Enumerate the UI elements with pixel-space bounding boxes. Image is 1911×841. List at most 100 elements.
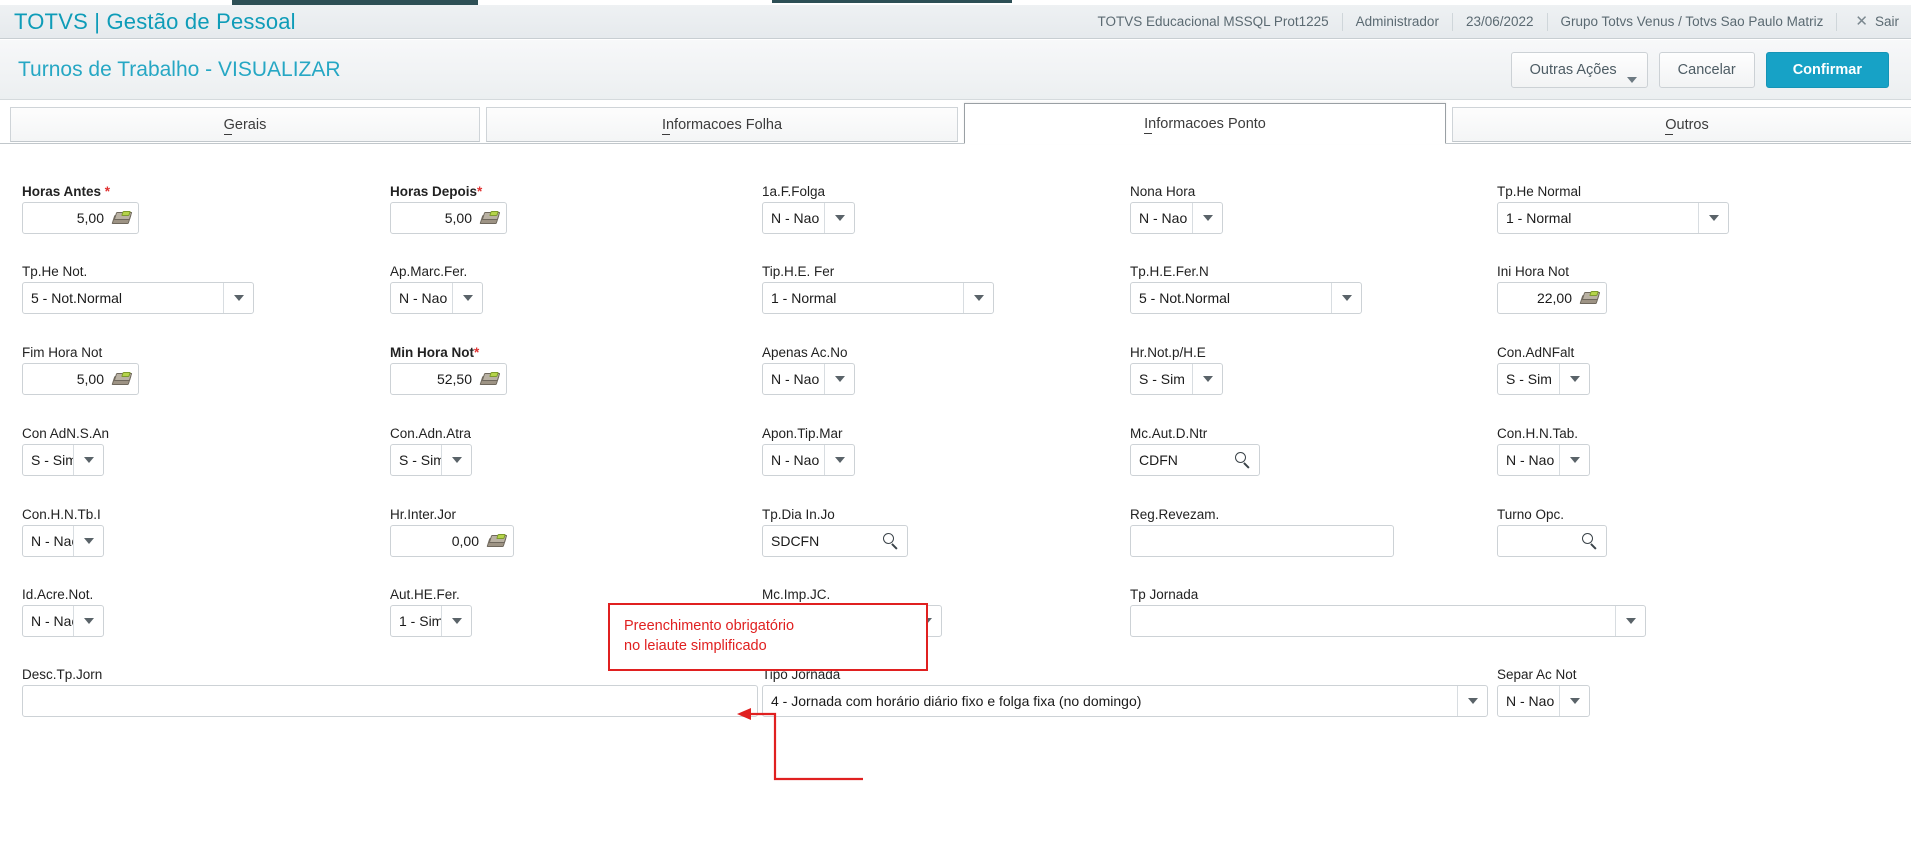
nona-hora-value: N - Nao <box>1139 210 1188 226</box>
1a-f-folga-select[interactable]: N - Nao <box>762 202 855 234</box>
turno-opc-lookup[interactable] <box>1497 525 1607 557</box>
tipo-jornada-select[interactable]: 4 - Jornada com horário diário fixo e fo… <box>762 685 1488 717</box>
chevron-down-icon[interactable] <box>1559 445 1589 475</box>
desc-tp-jorn-input[interactable] <box>22 685 758 717</box>
reg-revezam-input[interactable] <box>1130 525 1394 557</box>
tp-he-fer-n-select[interactable]: 5 - Not.Normal <box>1130 282 1362 314</box>
confirm-label: Confirmar <box>1792 61 1862 78</box>
tp-dia-in-jo-value: SDCFN <box>771 533 820 549</box>
aut-he-fer-value: 1 - Sim <box>399 613 441 629</box>
chevron-down-icon[interactable] <box>452 283 482 313</box>
required-marker: * <box>477 184 483 199</box>
tp-he-normal-select[interactable]: 1 - Normal <box>1497 202 1729 234</box>
field-tp-jornada: Tp Jornada <box>1130 587 1650 637</box>
tab-outros-label: Outros <box>1665 116 1709 135</box>
tab-outros[interactable]: Outros <box>1452 107 1911 142</box>
required-marker: * <box>104 184 111 199</box>
id-acre-not-select[interactable]: N - Nao <box>22 605 104 637</box>
field-min-hora-not: Min Hora Not* 52,50 <box>390 345 590 395</box>
tp-he-not-select[interactable]: 5 - Not.Normal <box>22 282 254 314</box>
chevron-down-icon[interactable] <box>963 283 993 313</box>
id-acre-not-value: N - Nao <box>31 613 73 629</box>
money-icon[interactable] <box>111 211 133 225</box>
other-actions-button[interactable]: Outras Ações <box>1510 51 1648 88</box>
1a-f-folga-value: N - Nao <box>771 210 820 226</box>
chevron-down-icon[interactable] <box>824 445 854 475</box>
tp-he-not-value: 5 - Not.Normal <box>31 290 123 306</box>
chevron-down-icon[interactable] <box>441 445 471 475</box>
tp-jornada-select[interactable] <box>1130 605 1646 637</box>
field-con-adn-atra: Con.Adn.Atra S - Sim <box>390 426 590 476</box>
cancel-button[interactable]: Cancelar <box>1658 51 1755 88</box>
money-icon[interactable] <box>479 211 501 225</box>
confirm-button[interactable]: Confirmar <box>1765 51 1889 88</box>
money-icon[interactable] <box>479 372 501 386</box>
apon-tip-mar-select[interactable]: N - Nao <box>762 444 855 476</box>
tp-he-normal-value: 1 - Normal <box>1506 210 1572 226</box>
chevron-down-icon[interactable] <box>1698 203 1728 233</box>
field-con-adnfalt-label: Con.AdNFalt <box>1497 345 1575 360</box>
tab-informacoes-ponto[interactable]: Informacoes Ponto <box>964 103 1446 144</box>
field-reg-revezam: Reg.Revezam. <box>1130 507 1430 557</box>
chevron-down-icon[interactable] <box>73 445 103 475</box>
tab-gerais[interactable]: Gerais <box>10 107 480 142</box>
apenas-ac-no-select[interactable]: N - Nao <box>762 363 855 395</box>
field-ap-marc-fer-label: Ap.Marc.Fer. <box>390 264 468 279</box>
chevron-down-icon[interactable] <box>824 203 854 233</box>
horas-depois-input[interactable]: 5,00 <box>390 202 507 234</box>
money-icon[interactable] <box>1579 291 1601 305</box>
ini-hora-not-input[interactable]: 22,00 <box>1497 282 1607 314</box>
mc-aut-d-ntr-lookup[interactable]: CDFN <box>1130 444 1260 476</box>
horas-antes-input[interactable]: 5,00 <box>22 202 139 234</box>
field-tp-jornada-label: Tp Jornada <box>1130 587 1199 602</box>
chevron-down-icon[interactable] <box>441 606 471 636</box>
con-adn-atra-select[interactable]: S - Sim <box>390 444 472 476</box>
separ-ac-not-select[interactable]: N - Nao <box>1497 685 1590 717</box>
search-icon[interactable] <box>1235 452 1251 469</box>
chevron-down-icon[interactable] <box>1457 686 1487 716</box>
chevron-down-icon[interactable] <box>1559 364 1589 394</box>
field-min-hora-not-label: Min Hora Not* <box>390 345 480 360</box>
tip-he-fer-select[interactable]: 1 - Normal <box>762 282 994 314</box>
field-tip-he-fer: Tip.H.E. Fer 1 - Normal <box>762 264 1062 314</box>
chevron-down-icon[interactable] <box>223 283 253 313</box>
con-adn-s-an-select[interactable]: S - Sim <box>22 444 104 476</box>
field-mc-aut-d-ntr-label: Mc.Aut.D.Ntr <box>1130 426 1208 441</box>
con-h-n-tb-i-select[interactable]: N - Nao <box>22 525 104 557</box>
chevron-down-icon[interactable] <box>1192 203 1222 233</box>
header-user: Administrador <box>1341 12 1452 31</box>
hr-not-p-he-select[interactable]: S - Sim <box>1130 363 1223 395</box>
chevron-down-icon[interactable] <box>1331 283 1361 313</box>
con-adnfalt-value: S - Sim <box>1506 371 1552 387</box>
field-desc-tp-jorn: Desc.Tp.Jorn <box>22 667 762 717</box>
fim-hora-not-input[interactable]: 5,00 <box>22 363 139 395</box>
tp-dia-in-jo-lookup[interactable]: SDCFN <box>762 525 908 557</box>
hr-inter-jor-input[interactable]: 0,00 <box>390 525 514 557</box>
money-icon[interactable] <box>111 372 133 386</box>
search-icon[interactable] <box>1582 533 1598 550</box>
chevron-down-icon[interactable] <box>1559 686 1589 716</box>
logout-button[interactable]: ✕ Sair <box>1836 12 1899 31</box>
money-icon[interactable] <box>486 534 508 548</box>
chevron-down-icon[interactable] <box>1192 364 1222 394</box>
con-adnfalt-select[interactable]: S - Sim <box>1497 363 1590 395</box>
chevron-down-icon[interactable] <box>73 526 103 556</box>
con-h-n-tab-select[interactable]: N - Nao <box>1497 444 1590 476</box>
field-separ-ac-not: Separ Ac Not N - Nao <box>1497 667 1697 717</box>
min-hora-not-input[interactable]: 52,50 <box>390 363 507 395</box>
search-icon[interactable] <box>883 533 899 550</box>
ap-marc-fer-select[interactable]: N - Nao <box>390 282 483 314</box>
app-brand: TOTVS | Gestão de Pessoal <box>14 8 296 34</box>
aut-he-fer-select[interactable]: 1 - Sim <box>390 605 472 637</box>
tab-informacoes-folha[interactable]: Informacoes Folha <box>486 107 958 142</box>
field-tp-he-fer-n-label: Tp.H.E.Fer.N <box>1130 264 1209 279</box>
chevron-down-icon[interactable] <box>73 606 103 636</box>
chevron-down-icon[interactable] <box>824 364 854 394</box>
con-h-n-tb-i-value: N - Nao <box>31 533 73 549</box>
field-ini-hora-not: Ini Hora Not 22,00 <box>1497 264 1697 314</box>
chevron-down-icon[interactable] <box>1615 606 1645 636</box>
fim-hora-not-value: 5,00 <box>76 371 104 387</box>
con-adn-s-an-value: S - Sim <box>31 452 73 468</box>
nona-hora-select[interactable]: N - Nao <box>1130 202 1223 234</box>
tab-informacoes-ponto-label: Informacoes Ponto <box>1144 115 1266 134</box>
